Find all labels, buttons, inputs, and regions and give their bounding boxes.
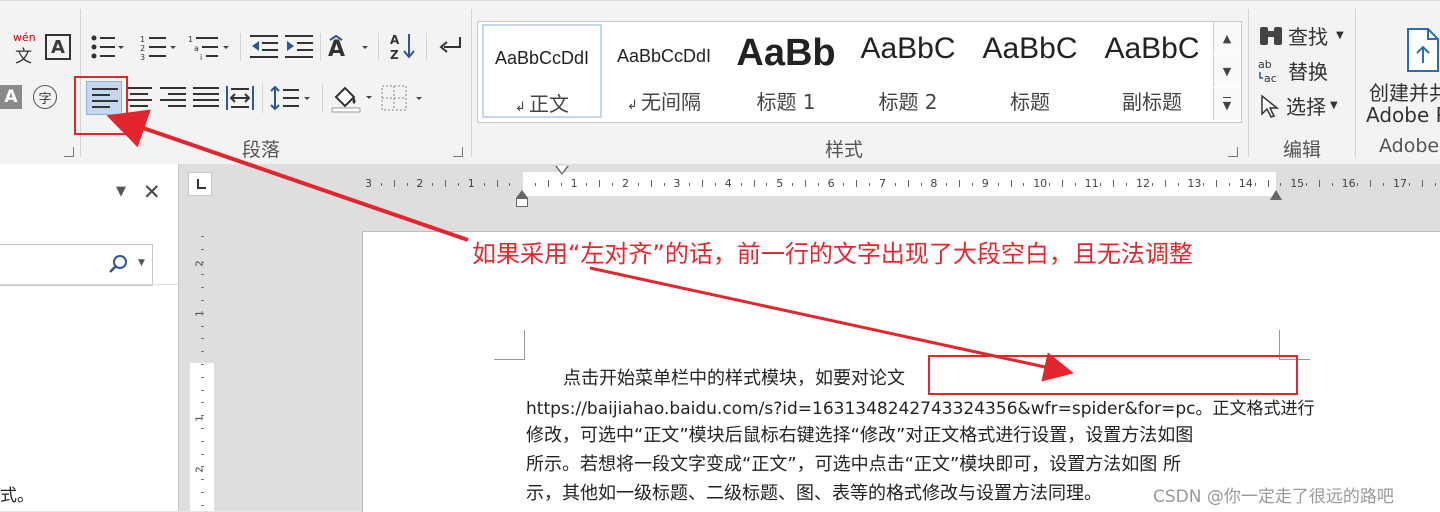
watermark: CSDN @你一定走了很远的路吧 (1153, 487, 1394, 507)
annotation-text: 如果采用“左对齐”的话，前一行的文字出现了大段空白，且无法调整 (472, 240, 1193, 268)
arrow-to-blank-space (589, 266, 1074, 382)
arrow-to-align-left (106, 109, 469, 242)
